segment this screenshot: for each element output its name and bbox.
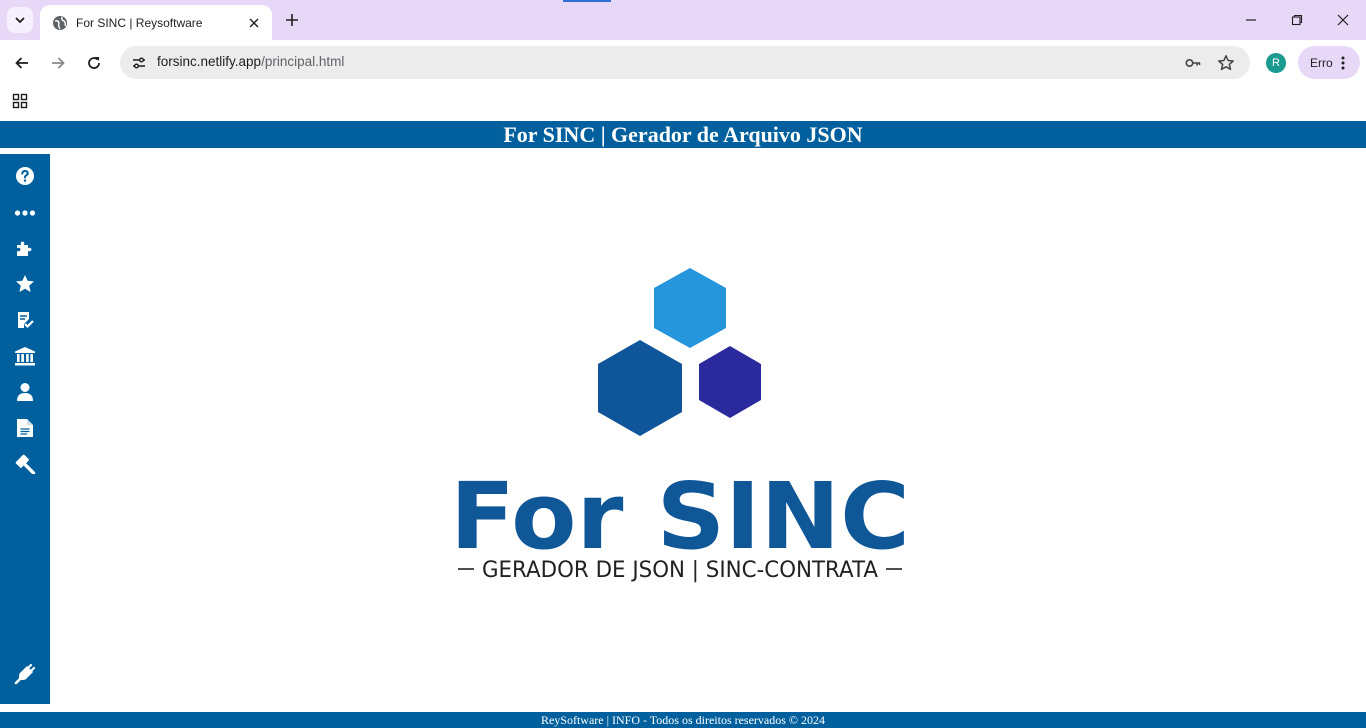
logo-subtitle: GERADOR DE JSON | SINC-CONTRATA — [482, 558, 878, 583]
restore-icon — [1291, 14, 1303, 26]
sidebar-item-document[interactable] — [13, 416, 37, 440]
globe-icon — [52, 15, 68, 31]
sidebar-item-checklist[interactable] — [13, 308, 37, 332]
forsinc-logo: For SINC GERADOR DE JSON | SINC-CONTRATA — [440, 262, 920, 602]
url-path: /principal.html — [261, 54, 345, 69]
footer-text: ReySoftware | INFO - Todos os direitos r… — [540, 712, 826, 727]
close-window-button[interactable] — [1320, 6, 1366, 34]
sidebar-item-plugins[interactable] — [13, 236, 37, 260]
help-icon — [16, 167, 34, 185]
address-bar[interactable]: forsinc.netlify.app/principal.html — [120, 46, 1250, 79]
restore-button[interactable] — [1274, 6, 1320, 34]
apps-grid-icon[interactable] — [11, 92, 29, 110]
star-icon — [16, 275, 34, 292]
gavel-icon — [15, 454, 36, 474]
bookmark-star-icon[interactable] — [1215, 52, 1237, 74]
sidebar-item-more[interactable] — [13, 201, 37, 225]
url-text[interactable]: forsinc.netlify.app/principal.html — [157, 54, 344, 69]
sidebar — [0, 154, 50, 704]
document-icon — [17, 419, 33, 437]
checklist-icon — [18, 312, 34, 329]
page-header: For SINC | Gerador de Arquivo JSON — [0, 121, 1366, 148]
plug-icon — [14, 663, 36, 685]
sidebar-item-favorites[interactable] — [13, 272, 37, 296]
hexagon-light — [654, 268, 726, 348]
bank-icon — [15, 347, 35, 366]
hexagon-medium — [598, 340, 682, 436]
tab-search-button[interactable] — [7, 7, 33, 33]
minimize-icon — [1246, 19, 1256, 21]
close-icon[interactable] — [246, 15, 262, 31]
puzzle-icon — [17, 241, 32, 256]
browser-titlebar: For SINC | Reysoftware — [0, 0, 1366, 40]
page-footer: ReySoftware | INFO - Todos os direitos r… — [0, 712, 1366, 728]
reload-icon — [88, 57, 100, 69]
tab-strip-indicator — [563, 0, 611, 2]
key-icon[interactable] — [1182, 52, 1204, 74]
forward-button[interactable] — [44, 49, 72, 77]
site-settings-icon[interactable] — [128, 52, 150, 74]
sidebar-item-plugin[interactable] — [13, 662, 37, 686]
profile-avatar[interactable]: R — [1266, 53, 1286, 73]
bookmarks-bar — [0, 85, 1366, 121]
sidebar-item-gavel[interactable] — [13, 452, 37, 476]
page-title: For SINC | Gerador de Arquivo JSON — [503, 121, 863, 147]
chevron-down-icon — [15, 17, 25, 24]
reload-button[interactable] — [80, 49, 108, 77]
sidebar-item-help[interactable] — [13, 164, 37, 188]
kebab-menu-icon — [1341, 56, 1345, 70]
close-icon — [1337, 14, 1349, 26]
error-label: Erro — [1310, 55, 1333, 70]
browser-tab[interactable]: For SINC | Reysoftware — [40, 5, 272, 40]
back-icon — [15, 57, 28, 69]
user-icon — [17, 383, 33, 401]
logo-title: For SINC — [450, 463, 910, 570]
forward-icon — [52, 57, 65, 69]
error-menu-button[interactable]: Erro — [1298, 46, 1360, 79]
sidebar-item-bank[interactable] — [13, 344, 37, 368]
sidebar-item-user[interactable] — [13, 380, 37, 404]
more-icon — [14, 210, 36, 216]
minimize-button[interactable] — [1228, 6, 1274, 34]
url-domain: forsinc.netlify.app — [157, 54, 262, 69]
new-tab-button[interactable] — [280, 8, 304, 32]
back-button[interactable] — [8, 49, 36, 77]
browser-toolbar: forsinc.netlify.app/principal.html R Err… — [0, 40, 1366, 85]
plus-icon — [286, 14, 298, 26]
tab-title: For SINC | Reysoftware — [76, 15, 203, 30]
hexagon-dark — [699, 346, 761, 418]
